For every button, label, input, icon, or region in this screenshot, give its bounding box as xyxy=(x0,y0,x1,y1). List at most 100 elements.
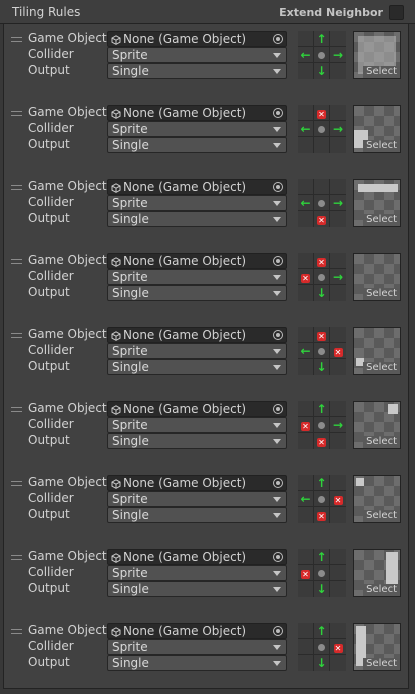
neighbor-cell[interactable] xyxy=(298,31,314,47)
neighbor-cell[interactable] xyxy=(330,549,346,565)
sprite-thumbnail[interactable]: Select xyxy=(353,105,401,153)
neighbor-cell[interactable] xyxy=(298,285,314,301)
game-object-field[interactable]: None (Game Object) xyxy=(107,179,287,195)
select-sprite-button[interactable]: Select xyxy=(363,362,400,374)
collider-dropdown[interactable]: Sprite xyxy=(107,565,287,581)
neighbor-cell[interactable]: ↓ xyxy=(314,655,330,671)
collider-dropdown[interactable]: Sprite xyxy=(107,639,287,655)
collider-dropdown[interactable]: Sprite xyxy=(107,343,287,359)
neighbor-cell[interactable]: ✕ xyxy=(314,211,330,227)
neighbor-cell[interactable] xyxy=(298,179,314,195)
neighbor-cell[interactable] xyxy=(330,327,346,343)
neighbor-cell[interactable] xyxy=(314,121,330,137)
neighbor-cell[interactable]: ✕ xyxy=(314,105,330,121)
sprite-thumbnail[interactable]: Select xyxy=(353,475,401,523)
neighbor-cell[interactable]: ↓ xyxy=(314,581,330,597)
neighbor-cell[interactable] xyxy=(330,137,346,153)
neighbor-cell[interactable] xyxy=(314,269,330,285)
game-object-field[interactable]: None (Game Object) xyxy=(107,401,287,417)
drag-handle-icon[interactable] xyxy=(11,185,22,190)
neighbor-cell[interactable] xyxy=(330,507,346,523)
neighbor-cell[interactable]: ✕ xyxy=(314,253,330,269)
extend-neighbor-checkbox[interactable] xyxy=(389,5,404,20)
neighbor-cell[interactable] xyxy=(330,63,346,79)
select-sprite-button[interactable]: Select xyxy=(363,214,400,226)
neighbor-cell[interactable] xyxy=(298,507,314,523)
drag-handle-icon[interactable] xyxy=(11,37,22,42)
sprite-thumbnail[interactable]: Select xyxy=(353,179,401,227)
object-picker-icon[interactable] xyxy=(273,552,283,562)
output-dropdown[interactable]: Single xyxy=(107,137,287,153)
neighbor-cell[interactable] xyxy=(298,549,314,565)
select-sprite-button[interactable]: Select xyxy=(363,288,400,300)
neighbor-cell[interactable] xyxy=(298,105,314,121)
game-object-field[interactable]: None (Game Object) xyxy=(107,549,287,565)
neighbor-cell[interactable] xyxy=(314,47,330,63)
neighbor-cell[interactable] xyxy=(298,253,314,269)
object-picker-icon[interactable] xyxy=(273,182,283,192)
output-dropdown[interactable]: Single xyxy=(107,285,287,301)
neighbor-cell[interactable] xyxy=(298,655,314,671)
neighbor-cell[interactable]: ↓ xyxy=(314,285,330,301)
collider-dropdown[interactable]: Sprite xyxy=(107,269,287,285)
collider-dropdown[interactable]: Sprite xyxy=(107,47,287,63)
neighbor-cell[interactable]: ✕ xyxy=(314,327,330,343)
neighbor-cell[interactable] xyxy=(330,623,346,639)
sprite-thumbnail[interactable]: Select xyxy=(353,623,401,671)
output-dropdown[interactable]: Single xyxy=(107,211,287,227)
drag-handle-icon[interactable] xyxy=(11,407,22,412)
collider-dropdown[interactable]: Sprite xyxy=(107,195,287,211)
neighbor-cell[interactable]: ← xyxy=(298,195,314,211)
neighbor-cell[interactable] xyxy=(298,433,314,449)
neighbor-cell[interactable] xyxy=(314,179,330,195)
neighbor-cell[interactable]: ↑ xyxy=(314,475,330,491)
sprite-thumbnail[interactable]: Select xyxy=(353,327,401,375)
neighbor-cell[interactable] xyxy=(298,211,314,227)
sprite-thumbnail[interactable]: Select xyxy=(353,549,401,597)
collider-dropdown[interactable]: Sprite xyxy=(107,121,287,137)
neighbor-cell[interactable]: ↑ xyxy=(314,401,330,417)
neighbor-cell[interactable] xyxy=(298,137,314,153)
neighbor-cell[interactable] xyxy=(330,581,346,597)
object-picker-icon[interactable] xyxy=(273,404,283,414)
drag-handle-icon[interactable] xyxy=(11,555,22,560)
neighbor-cell[interactable]: ← xyxy=(298,343,314,359)
game-object-field[interactable]: None (Game Object) xyxy=(107,253,287,269)
select-sprite-button[interactable]: Select xyxy=(363,66,400,78)
object-picker-icon[interactable] xyxy=(273,256,283,266)
neighbor-cell[interactable] xyxy=(330,565,346,581)
neighbor-cell[interactable]: ↑ xyxy=(314,31,330,47)
select-sprite-button[interactable]: Select xyxy=(363,140,400,152)
neighbor-cell[interactable] xyxy=(330,179,346,195)
neighbor-cell[interactable] xyxy=(298,581,314,597)
neighbor-cell[interactable]: ← xyxy=(298,491,314,507)
output-dropdown[interactable]: Single xyxy=(107,433,287,449)
object-picker-icon[interactable] xyxy=(273,478,283,488)
neighbor-cell[interactable] xyxy=(314,417,330,433)
neighbor-cell[interactable]: ↓ xyxy=(314,63,330,79)
game-object-field[interactable]: None (Game Object) xyxy=(107,105,287,121)
drag-handle-icon[interactable] xyxy=(11,333,22,338)
neighbor-cell[interactable]: → xyxy=(330,417,346,433)
neighbor-cell[interactable] xyxy=(298,401,314,417)
output-dropdown[interactable]: Single xyxy=(107,655,287,671)
neighbor-cell[interactable]: ✕ xyxy=(330,491,346,507)
neighbor-cell[interactable] xyxy=(330,31,346,47)
neighbor-cell[interactable]: ← xyxy=(298,121,314,137)
neighbor-cell[interactable] xyxy=(298,63,314,79)
game-object-field[interactable]: None (Game Object) xyxy=(107,623,287,639)
neighbor-cell[interactable] xyxy=(314,565,330,581)
select-sprite-button[interactable]: Select xyxy=(363,510,400,522)
neighbor-cell[interactable] xyxy=(298,639,314,655)
neighbor-cell[interactable] xyxy=(314,491,330,507)
output-dropdown[interactable]: Single xyxy=(107,359,287,375)
neighbor-cell[interactable]: → xyxy=(330,269,346,285)
object-picker-icon[interactable] xyxy=(273,626,283,636)
neighbor-cell[interactable] xyxy=(330,285,346,301)
drag-handle-icon[interactable] xyxy=(11,111,22,116)
neighbor-cell[interactable] xyxy=(330,253,346,269)
sprite-thumbnail[interactable]: Select xyxy=(353,253,401,301)
neighbor-cell[interactable]: → xyxy=(330,47,346,63)
neighbor-cell[interactable]: ↓ xyxy=(314,359,330,375)
neighbor-cell[interactable] xyxy=(330,401,346,417)
